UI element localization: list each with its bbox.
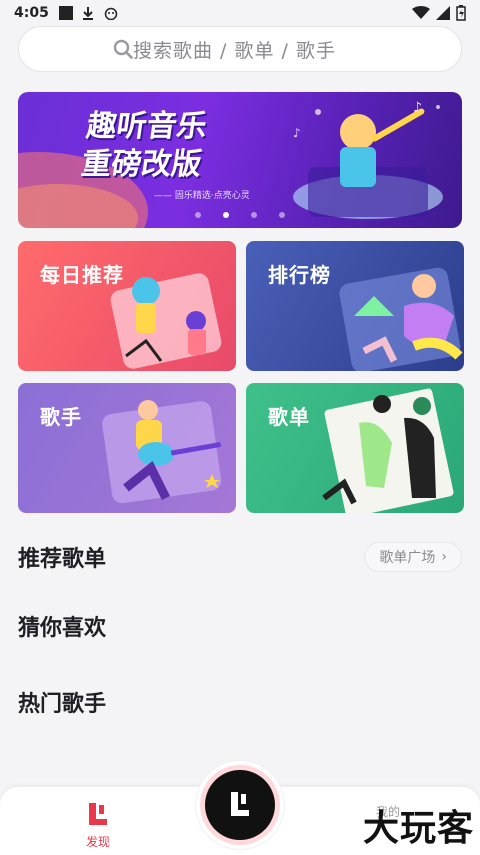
signal-icon [436,6,450,20]
status-time: 4:05 [14,5,49,21]
watermark: 大玩客 [362,807,474,849]
banner-subtitle: —— 固乐精选·点亮心灵 [154,191,250,201]
status-right-icons [412,5,466,21]
ranking-illustration [339,267,463,371]
svg-text:♪: ♪ [293,126,301,140]
banner-pagination [18,212,462,218]
card-ranking-label: 排行榜 [268,263,331,287]
banner-dot[interactable] [195,212,201,218]
card-daily-label: 每日推荐 [40,263,124,287]
banner-dot[interactable] [279,212,285,218]
section-guess-title: 猜你喜欢 [18,616,107,641]
tab-discover-label: 发现 [85,835,110,849]
section-hot-singers-title: 热门歌手 [18,692,107,717]
banner-dot[interactable] [223,212,229,218]
daily-illustration [110,273,222,369]
banner-dot[interactable] [251,212,257,218]
banner-title-line1: 趣听音乐 [84,109,210,144]
tab-discover[interactable]: 发现 [78,803,118,850]
singer-illustration [102,400,222,504]
chevron-right-icon: › [441,549,447,565]
card-singer-label: 歌手 [40,405,82,429]
playlist-illustration [322,388,454,513]
square-icon [58,6,73,20]
section-recommended-title: 推荐歌单 [18,547,107,572]
wifi-icon [412,6,430,19]
card-singer[interactable]: 歌手 [18,383,236,513]
svg-text:♪: ♪ [413,100,422,116]
player-button[interactable] [196,761,284,849]
battery-icon [456,5,466,21]
playlist-square-label: 歌单广场 [379,550,436,566]
card-playlist-label: 歌单 [268,405,310,429]
banner-title-line2: 重磅改版 [78,147,204,182]
search-input[interactable]: 搜索歌曲 / 歌单 / 歌手 [18,26,462,72]
search-placeholder: 搜索歌曲 / 歌单 / 歌手 [133,39,336,62]
status-left-icons [58,6,119,20]
download-icon [82,7,93,20]
card-playlist[interactable]: 歌单 [246,383,464,513]
banner-title: 趣听音乐 重磅改版 [79,108,210,184]
android-icon [104,7,118,20]
status-bar: 4:05 [0,0,480,26]
search-icon [113,39,133,59]
player-button-ring [200,765,280,845]
card-daily-recommend[interactable]: 每日推荐 [18,241,236,371]
playlist-square-button[interactable]: 歌单广场 › [364,542,462,572]
promo-banner[interactable]: ♪ ♪ 趣听音乐 重磅改版 —— 固乐精选·点亮心灵 [18,92,462,228]
player-logo-icon [231,792,249,816]
card-ranking[interactable]: 排行榜 [246,241,464,371]
player-button-core [205,770,275,840]
discover-logo-icon [89,803,107,825]
